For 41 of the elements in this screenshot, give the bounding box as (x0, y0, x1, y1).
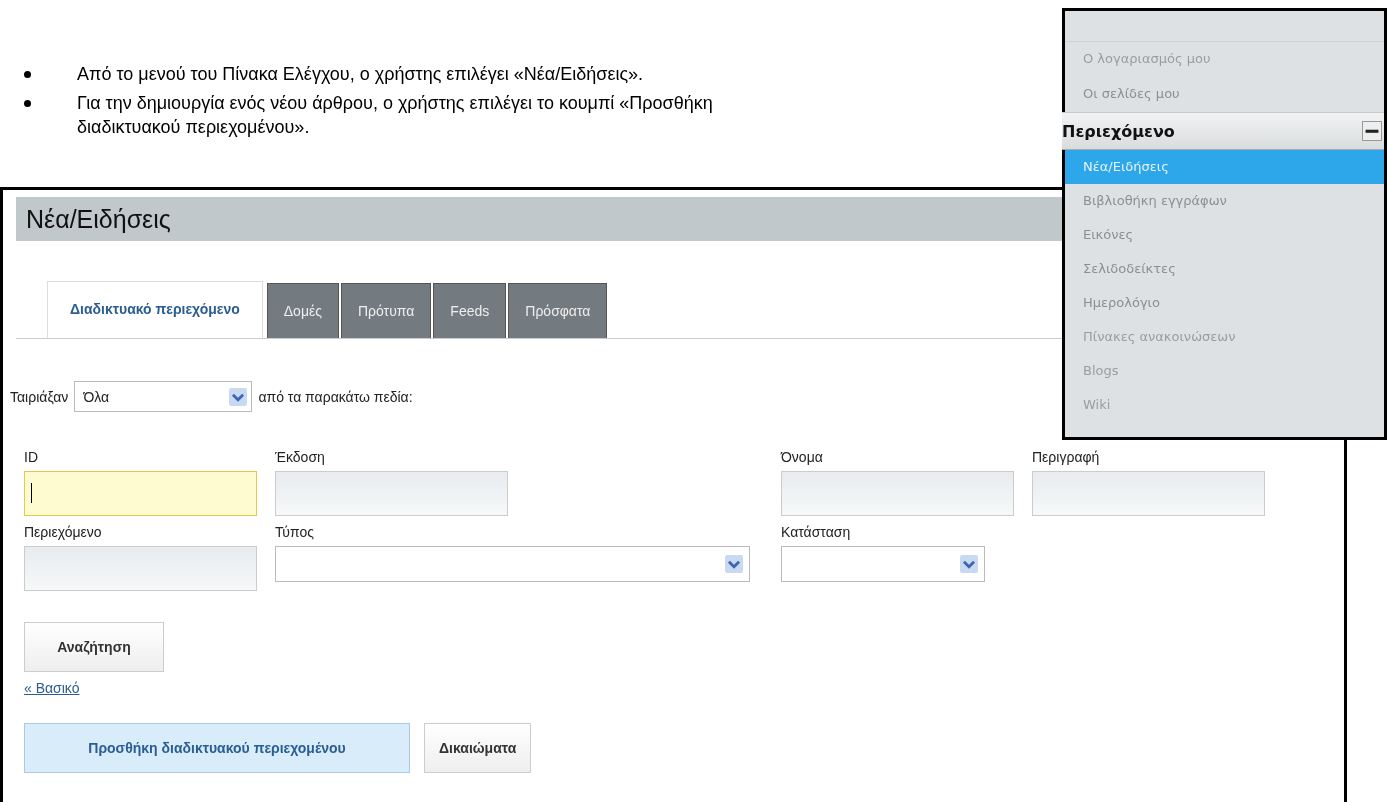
menu-item[interactable]: Νέα/Ειδήσεις (1065, 150, 1384, 184)
bullet-text: Για την δημιουργία ενός νέου άρθρου, ο χρήστης επιλέγει το κουμπί «Προσθήκη διαδικτυακού περιεχομένου». (77, 92, 714, 139)
field-label: Κατάσταση (781, 524, 852, 542)
field-label: Έκδοση (275, 449, 326, 467)
dropdown-field[interactable] (781, 546, 985, 582)
input-field[interactable] (275, 471, 508, 516)
input-field[interactable] (781, 471, 1014, 516)
input-field[interactable] (24, 471, 257, 516)
tab[interactable]: Feeds (433, 283, 507, 338)
menu-item[interactable]: Ο λογαριασμός μου (1065, 42, 1384, 77)
bullet-icon (24, 100, 31, 107)
bullet-text: Από το μενού του Πίνακα Ελέγχου, ο χρήστης επιλέγει «Νέα/Ειδήσεις». (77, 63, 645, 86)
add-content-button[interactable]: Προσθήκη διαδικτυακού περιεχομένου (24, 723, 410, 773)
field-label: Περιγραφή (1032, 449, 1101, 467)
match-label: Ταιριάξαν (10, 388, 69, 405)
tab[interactable]: Πρόσφατα (508, 283, 608, 338)
field-label: Περιεχόμενο (24, 524, 103, 542)
menu-item[interactable]: Οι σελίδες μου (1065, 77, 1384, 112)
tab[interactable]: Πρότυπα (340, 283, 432, 338)
field-label: Όνομα (781, 449, 824, 467)
menu-item[interactable]: Wiki (1065, 388, 1384, 422)
permissions-button[interactable]: Δικαιώματα (424, 723, 532, 773)
section-title: Περιεχόμενο (1062, 121, 1175, 141)
menu-item[interactable]: Πίνακες ανακοινώσεων (1065, 320, 1384, 354)
input-field[interactable] (1032, 471, 1265, 516)
input-field[interactable] (24, 546, 257, 591)
tab[interactable]: Διαδικτυακό περιεχόμενο (47, 281, 263, 338)
field-label: Τύπος (275, 524, 315, 542)
menu-item[interactable]: Blogs (1065, 354, 1384, 388)
basic-link[interactable]: « Βασικό (24, 680, 80, 696)
menu-item[interactable]: Ημερολόγιο (1065, 286, 1384, 320)
match-dropdown[interactable]: Όλα (74, 381, 253, 412)
menu-item[interactable]: Σελιδοδείκτες (1065, 252, 1384, 286)
field-label: ID (24, 449, 39, 467)
tab[interactable]: Δομές (266, 283, 339, 338)
search-button[interactable]: Αναζήτηση (24, 622, 164, 672)
dropdown-field[interactable] (275, 546, 750, 582)
match-suffix: από τα παρακάτω πεδία: (258, 388, 413, 405)
collapse-icon[interactable] (1362, 121, 1382, 141)
bullet-icon (24, 71, 31, 78)
text-cursor (31, 483, 32, 503)
